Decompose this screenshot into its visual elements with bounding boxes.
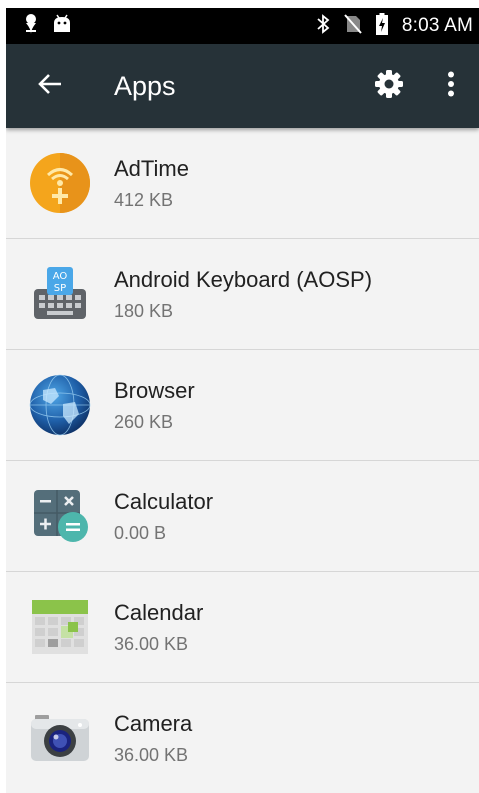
app-row-android-keyboard[interactable]: AO SP Android Keyboard (AOSP) 180 KB xyxy=(6,239,479,350)
app-bar: Apps xyxy=(6,44,479,128)
adtime-icon xyxy=(28,151,92,215)
app-name: Android Keyboard (AOSP) xyxy=(114,266,373,292)
app-row-browser[interactable]: Browser 260 KB xyxy=(6,350,479,461)
bluetooth-icon xyxy=(316,13,330,39)
screen: 8:03 AM Apps AdTime 412 KB AO SP Android… xyxy=(6,8,479,793)
app-name: Camera xyxy=(114,710,193,736)
settings-button[interactable] xyxy=(369,66,409,106)
battery-charging-icon xyxy=(375,12,388,40)
svg-text:AO: AO xyxy=(53,271,68,282)
app-row-adtime[interactable]: AdTime 412 KB xyxy=(6,128,479,239)
app-text: Calendar 36.00 KB xyxy=(114,600,203,655)
app-text: AdTime 412 KB xyxy=(114,156,189,211)
keyboard-icon: AO SP xyxy=(28,262,92,326)
app-size: 0.00 B xyxy=(114,522,167,543)
app-size: 36.00 KB xyxy=(114,744,189,765)
app-name: Browser xyxy=(114,377,195,403)
page-title: Apps xyxy=(114,70,176,101)
app-text: Calculator 0.00 B xyxy=(114,489,213,544)
app-name: Calendar xyxy=(114,599,204,625)
calendar-icon xyxy=(28,595,92,659)
svg-text:SP: SP xyxy=(54,283,66,294)
app-row-calculator[interactable]: Calculator 0.00 B xyxy=(6,461,479,572)
app-size: 260 KB xyxy=(114,411,174,432)
app-list: AdTime 412 KB AO SP Android Keyboard (AO… xyxy=(6,128,479,793)
app-size: 412 KB xyxy=(114,189,174,210)
app-size: 36.00 KB xyxy=(114,633,189,654)
location-pin-icon xyxy=(24,13,38,40)
android-debug-icon xyxy=(52,14,72,39)
more-vert-icon xyxy=(447,71,455,102)
back-arrow-icon xyxy=(37,72,63,101)
gear-icon xyxy=(374,69,404,104)
more-options-button[interactable] xyxy=(431,66,471,106)
app-size: 180 KB xyxy=(114,300,174,321)
app-text: Browser 260 KB xyxy=(114,378,195,433)
status-right: 8:03 AM xyxy=(316,12,473,40)
app-name: AdTime xyxy=(114,155,189,181)
app-text: Camera 36.00 KB xyxy=(114,711,192,766)
back-button[interactable] xyxy=(30,66,70,106)
status-time: 8:03 AM xyxy=(401,15,473,36)
calculator-icon xyxy=(28,484,92,548)
status-bar: 8:03 AM xyxy=(6,8,479,44)
app-row-camera[interactable]: Camera 36.00 KB xyxy=(6,683,479,793)
app-row-calendar[interactable]: Calendar 36.00 KB xyxy=(6,572,479,683)
no-sim-icon xyxy=(344,13,362,39)
app-text: Android Keyboard (AOSP) 180 KB xyxy=(114,267,372,322)
app-name: Calculator xyxy=(114,488,214,514)
status-left xyxy=(24,13,72,40)
camera-icon xyxy=(28,706,92,770)
browser-globe-icon xyxy=(28,373,92,437)
